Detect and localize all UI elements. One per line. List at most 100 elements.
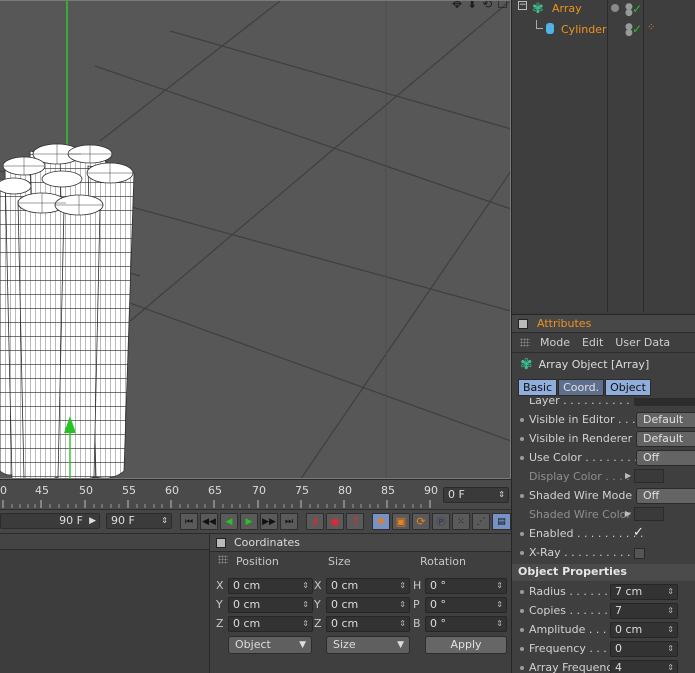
rotation-key-button[interactable]: ⟳ [412, 513, 430, 530]
spinner-icon[interactable]: ⇕ [667, 642, 674, 656]
spinner-icon[interactable]: ⇕ [399, 617, 406, 631]
record-button[interactable]: ⚷ [306, 513, 324, 530]
spinner-icon[interactable]: ⇕ [496, 617, 503, 631]
object-name[interactable]: Cylinder [561, 23, 607, 36]
spinner-icon[interactable]: ⇕ [667, 623, 674, 637]
object-row-array[interactable]: − ✾ Array ● ● ✓ [512, 0, 695, 20]
animation-dot-icon[interactable] [520, 609, 524, 613]
move-icon[interactable]: ✥ [452, 1, 462, 11]
object-name[interactable]: Array [552, 2, 582, 15]
animation-dot-icon[interactable] [520, 532, 524, 536]
timeline-button[interactable]: ⋰ [472, 513, 490, 530]
apply-button[interactable]: Apply [425, 636, 507, 654]
3d-viewport[interactable]: ✥ ⬇ ⟲ ☐ [0, 0, 511, 479]
size-y-field[interactable]: 0 cm ⇕ [326, 597, 410, 613]
enabled-check-icon[interactable]: ✓ [632, 2, 642, 16]
spinner-icon[interactable]: ⇕ [302, 579, 309, 593]
axis-label: B [413, 617, 421, 630]
spinner-icon[interactable]: ⇕ [667, 661, 674, 673]
collapse-icon[interactable]: − [518, 1, 527, 10]
animation-dot-icon[interactable] [520, 628, 524, 632]
animation-dot-icon[interactable] [520, 551, 524, 555]
array-frequency-field[interactable]: 4 ⇕ [610, 660, 678, 673]
animation-dot-icon[interactable] [520, 590, 524, 594]
visible-in-renderer-select[interactable]: Default [636, 431, 695, 447]
size-z-field[interactable]: 0 cm ⇕ [326, 616, 410, 632]
spinner-icon[interactable]: ⇕ [399, 579, 406, 593]
enabled-checkbox[interactable]: ✓ [633, 525, 644, 540]
menu-mode[interactable]: Mode [540, 336, 570, 349]
animation-dot-icon[interactable] [520, 494, 524, 498]
layer-field[interactable] [634, 398, 695, 406]
menu-user-data[interactable]: User Data [615, 336, 670, 349]
expand-triangle-icon[interactable]: ▶ [625, 471, 631, 480]
coordinates-row: X 0 cm ⇕ X 0 cm ⇕ H 0 ° ⇕ [210, 577, 512, 595]
tab-object[interactable]: Object [605, 379, 651, 396]
position-y-field[interactable]: 0 cm ⇕ [228, 597, 313, 613]
play-backwards-button[interactable]: ◀ [220, 513, 238, 530]
rotation-p-field[interactable]: 0 ° ⇕ [425, 597, 507, 613]
radius-field[interactable]: 7 cm ⇕ [610, 584, 678, 600]
autokey-button[interactable]: ◉ [326, 513, 344, 530]
coordinate-mode-select[interactable]: Object ▼ [228, 636, 312, 654]
spinner-icon[interactable]: ⇕ [302, 617, 309, 631]
rotation-b-field[interactable]: 0 ° ⇕ [425, 616, 507, 632]
use-color-select[interactable]: Off [636, 450, 695, 466]
previous-keyframe-button[interactable]: ◀◀ [200, 513, 218, 530]
shaded-wire-mode-select[interactable]: Off [636, 488, 695, 504]
animation-dot-icon[interactable] [520, 647, 524, 651]
position-key-button[interactable]: ✥ [372, 513, 390, 530]
spinner-icon[interactable]: ⇕ [498, 488, 505, 502]
animation-dot-icon[interactable] [520, 437, 524, 441]
next-keyframe-button[interactable]: ▶▶ [260, 513, 278, 530]
spinner-icon[interactable]: ⇕ [302, 598, 309, 612]
spinner-icon[interactable]: ⇕ [399, 598, 406, 612]
tab-basic[interactable]: Basic [518, 379, 558, 396]
maximize-icon[interactable]: ☐ [497, 1, 508, 11]
enabled-check-icon[interactable]: ✓ [632, 22, 642, 36]
animation-dot-icon[interactable] [520, 456, 524, 460]
go-to-end-button[interactable]: ⏭ [280, 513, 298, 530]
object-row-cylinder[interactable]: Cylinder ● ● ✓ ⁘ [512, 20, 695, 40]
panel-toggle-icon[interactable] [216, 537, 226, 548]
rotate-icon[interactable]: ⟲ [482, 1, 492, 11]
scheme-button[interactable]: ▤ [492, 513, 511, 530]
shaded-wire-color-swatch[interactable] [634, 507, 664, 521]
size-x-field[interactable]: 0 cm ⇕ [326, 578, 410, 594]
go-to-start-button[interactable]: ⏮ [180, 513, 198, 530]
position-z-field[interactable]: 0 cm ⇕ [228, 616, 313, 632]
object-title: Array Object [Array] [538, 357, 650, 371]
menu-edit[interactable]: Edit [582, 336, 603, 349]
amplitude-field[interactable]: 0 cm ⇕ [610, 622, 678, 638]
x-ray-checkbox[interactable] [634, 548, 645, 559]
size-mode-select[interactable]: Size ▼ [326, 636, 410, 654]
display-color-swatch[interactable] [634, 469, 664, 483]
scale-key-button[interactable]: ▣ [392, 513, 410, 530]
timeline-ruler[interactable]: 0 45 50 55 60 65 70 75 80 85 90 0 F ⇕ [0, 479, 511, 509]
spinner-icon[interactable]: ⇕ [667, 604, 674, 618]
parameter-key-button[interactable]: Ⓟ [432, 513, 450, 530]
expand-triangle-icon[interactable]: ▶ [625, 509, 631, 518]
copies-field[interactable]: 7 ⇕ [610, 603, 678, 619]
frequency-field[interactable]: 0 ⇕ [610, 641, 678, 657]
animation-dot-icon[interactable] [520, 418, 524, 422]
down-arrow-icon[interactable]: ⬇ [467, 1, 477, 11]
visible-in-editor-select[interactable]: Default [636, 412, 695, 428]
tab-coord[interactable]: Coord. [558, 379, 605, 396]
layer-dot-icon[interactable] [611, 4, 619, 12]
play-forwards-button[interactable]: ▶ [240, 513, 258, 530]
spinner-icon[interactable]: ⇕ [496, 598, 503, 612]
preview-end-slider[interactable]: 90 F ▶ [0, 513, 100, 529]
keyframe-selection-button[interactable]: ? [346, 513, 364, 530]
spinner-icon[interactable]: ⇕ [496, 579, 503, 593]
material-tag-icon[interactable]: ⁘ [647, 22, 655, 33]
end-frame-field[interactable]: 90 F ⇕ [106, 513, 172, 529]
rotation-h-field[interactable]: 0 ° ⇕ [425, 578, 507, 594]
point-level-key-button[interactable]: ⁙ [452, 513, 470, 530]
spinner-icon[interactable]: ⇕ [161, 514, 168, 528]
position-x-field[interactable]: 0 cm ⇕ [228, 578, 313, 594]
animation-dot-icon[interactable] [520, 666, 524, 670]
current-frame-field[interactable]: 0 F ⇕ [443, 487, 509, 503]
panel-toggle-icon[interactable] [518, 318, 528, 329]
spinner-icon[interactable]: ⇕ [667, 585, 674, 599]
